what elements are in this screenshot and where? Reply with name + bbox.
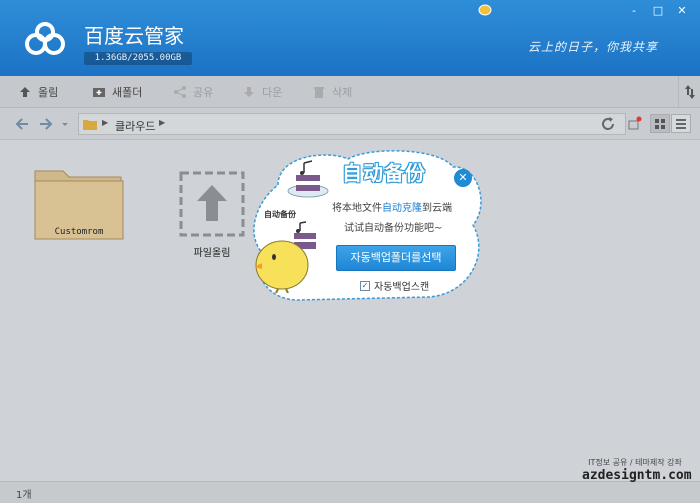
download-button[interactable]: 다운 xyxy=(242,84,282,100)
upload-tile-label: 파일올림 xyxy=(193,248,231,259)
upload-button[interactable]: 올림 xyxy=(18,84,58,100)
share-button[interactable]: 공유 xyxy=(173,84,213,100)
forward-arrow-icon[interactable] xyxy=(38,116,54,132)
trash-icon xyxy=(314,87,324,98)
storage-quota: 1.36GB/2055.00GB xyxy=(84,52,192,65)
folder-item[interactable]: Customrom xyxy=(32,165,126,244)
list-view-button[interactable] xyxy=(671,114,691,133)
popup-description-line2: 试试自动备份功能吧~ xyxy=(344,223,443,234)
back-arrow-icon[interactable] xyxy=(14,116,30,132)
address-bar[interactable]: ▶ 클라우드 ▶ xyxy=(78,113,626,135)
sort-icon[interactable] xyxy=(628,116,642,130)
watermark-url: azdesigntm.com xyxy=(582,468,692,483)
folder-name: Customrom xyxy=(54,227,104,237)
desc-highlight: 自动克隆 xyxy=(382,203,422,214)
breadcrumb-item[interactable]: 클라우드 xyxy=(115,118,155,134)
maximize-button[interactable]: □ xyxy=(650,4,666,18)
site-watermark: IT정보 공유 / 테마제작 강좌 azdesigntm.com xyxy=(582,457,692,489)
upload-tile[interactable]: 파일올림 xyxy=(178,171,246,259)
history-dropdown-icon[interactable] xyxy=(60,116,70,132)
share-label: 공유 xyxy=(193,86,214,99)
delete-button[interactable]: 삭제 xyxy=(312,84,352,100)
popup-side-label: 自动备份 xyxy=(264,210,296,219)
toolbar: 올림 새폴더 공유 다운 삭제 xyxy=(0,76,700,108)
music-cake-icon xyxy=(287,160,329,198)
refresh-icon[interactable] xyxy=(598,114,618,134)
auto-backup-scan-checkbox[interactable]: ✓ xyxy=(360,280,370,291)
new-folder-icon xyxy=(93,88,105,97)
close-button[interactable]: ✕ xyxy=(674,4,690,18)
transfer-toggle-button[interactable] xyxy=(678,76,700,108)
watermark-caption: IT정보 공유 / 테마제작 강좌 xyxy=(588,458,682,467)
desc-prefix: 将本地文件 xyxy=(332,203,382,214)
new-folder-button[interactable]: 새폴더 xyxy=(92,84,142,100)
auto-backup-popup: 自动备份 自动备份 ✕ 将本地文件自动克隆到云端 试试自动备份功能吧~ 자동백업… xyxy=(248,145,488,305)
download-arrow-icon xyxy=(244,87,254,97)
slogan: 云上的日子，你我共享 xyxy=(528,40,659,54)
auto-backup-scan-option[interactable]: ✓ 자동백업스캔 xyxy=(360,278,429,293)
upload-arrow-icon xyxy=(20,87,30,97)
desc-suffix: 到云端 xyxy=(422,203,452,214)
select-backup-folder-button[interactable]: 자동백업폴더를선택 xyxy=(336,245,456,271)
chick-mascot-icon xyxy=(254,240,309,293)
baidu-cloud-logo-icon xyxy=(25,22,65,55)
minimize-button[interactable]: - xyxy=(626,4,642,18)
upload-label: 올림 xyxy=(38,86,59,99)
upload-tile-icon xyxy=(179,171,245,237)
auto-backup-scan-label: 자동백업스캔 xyxy=(374,282,430,293)
popup-close-button[interactable]: ✕ xyxy=(454,169,472,187)
skin-icon[interactable] xyxy=(478,4,492,16)
folder-icon xyxy=(83,120,97,130)
popup-description: 将本地文件自动克隆到云端 xyxy=(332,199,452,214)
share-icon xyxy=(174,86,186,98)
delete-label: 삭제 xyxy=(332,86,353,99)
navigation-bar: ▶ 클라우드 ▶ xyxy=(0,108,700,140)
app-title: 百度云管家 xyxy=(84,24,184,48)
download-label: 다운 xyxy=(262,86,283,99)
grid-view-icon xyxy=(655,119,665,129)
title-bar: 百度云管家 1.36GB/2055.00GB 云上的日子，你我共享 - □ ✕ xyxy=(0,0,700,76)
list-view-icon xyxy=(676,119,686,129)
grid-view-button[interactable] xyxy=(650,114,670,133)
breadcrumb-root-caret-icon[interactable]: ▶ xyxy=(102,118,108,127)
new-folder-label: 새폴더 xyxy=(112,86,143,99)
up-down-arrows-icon xyxy=(684,85,695,99)
popup-title: 自动备份 xyxy=(342,161,426,185)
breadcrumb-caret-icon[interactable]: ▶ xyxy=(159,118,165,127)
item-count: 1개 xyxy=(16,490,32,501)
